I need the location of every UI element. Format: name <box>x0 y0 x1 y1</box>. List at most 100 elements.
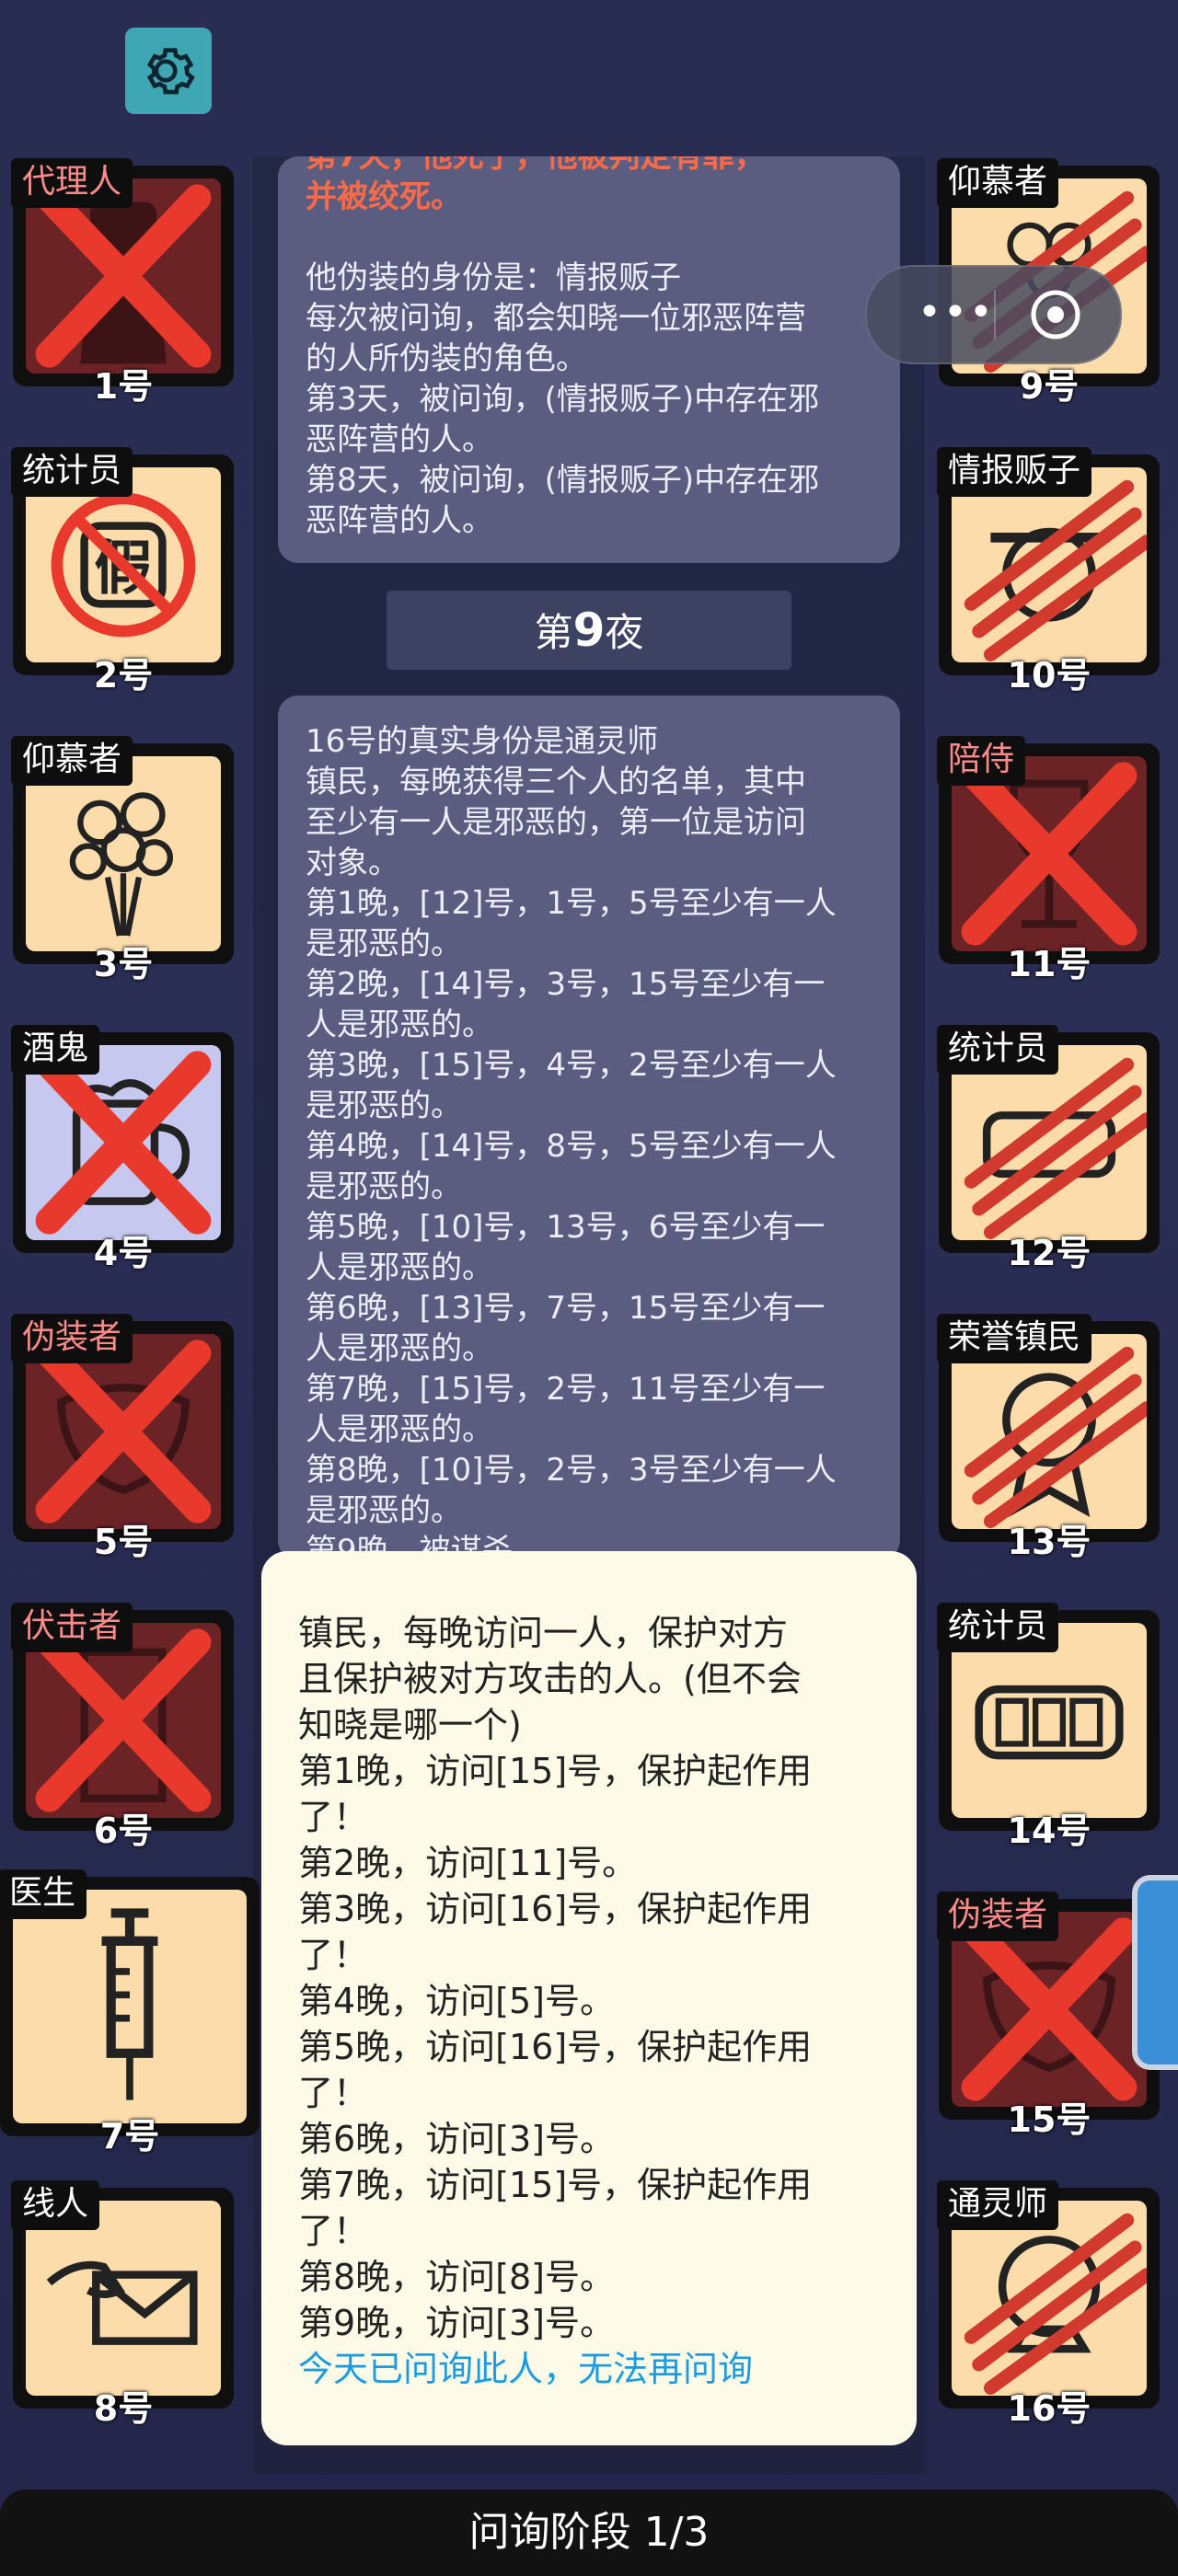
player-number: 12号 <box>1007 1233 1091 1273</box>
popup-line: 了！ <box>298 2073 369 2113</box>
role-label: 伪装者 <box>11 1314 133 1363</box>
popup-line: 第8晚，访问[8]号。 <box>298 2257 616 2297</box>
panel2-line: 16号的真实身份是通灵师 <box>306 723 659 760</box>
player-card-14[interactable]: 统计员 14号 <box>937 1603 1160 1851</box>
player-card-2[interactable]: 假 统计员 2号 <box>11 447 234 696</box>
player-card-3[interactable]: 仰慕者 3号 <box>11 736 234 984</box>
role-label: 情报贩子 <box>937 447 1092 497</box>
player-card-5[interactable]: 伪装者 5号 <box>11 1314 234 1562</box>
popup-line: 第6晚，访问[3]号。 <box>298 2119 616 2159</box>
player-number: 3号 <box>93 944 154 984</box>
panel2-line: 镇民，每晚获得三个人的名单，其中 <box>306 764 806 800</box>
player-number: 13号 <box>1007 1522 1091 1562</box>
player-info-panel: 第7天，他死了，他被判定有罪， 并被绞死。 他伪装的身份是：情报贩子 每次被问询… <box>278 156 900 563</box>
target-icon[interactable] <box>1028 287 1083 342</box>
death-line: 第7天，他死了，他被判定有罪， <box>306 156 766 175</box>
player-card-16[interactable]: 通灵师 16号 <box>937 2180 1160 2429</box>
phase-bar: 问询阶段 1/3 <box>0 2490 1178 2576</box>
role-label: 伏击者 <box>11 1603 133 1652</box>
syringe-icon <box>101 1908 158 2100</box>
popup-line: 且保护被对方攻击的人。(但不会 <box>298 1659 802 1699</box>
role-label: 伪装者 <box>937 1892 1059 1941</box>
panel2-line: 人是邪恶的。 <box>306 1411 493 1448</box>
night-suffix: 夜 <box>605 610 644 655</box>
player-number: 1号 <box>93 366 154 407</box>
popup-line: 第1晚，访问[15]号，保护起作用 <box>298 1751 813 1791</box>
popup-line: 第3晚，访问[16]号，保护起作用 <box>298 1889 813 1929</box>
panel1-line: 他伪装的身份是：情报贩子 <box>306 259 681 296</box>
phase-label: 问询阶段 1/3 <box>468 2509 710 2556</box>
side-drawer-tab[interactable] <box>1132 1875 1178 2070</box>
panel2-line: 第2晚，[14]号，3号，15号至少有一 <box>306 966 826 1003</box>
panel2-line: 是邪恶的。 <box>306 1168 462 1205</box>
role-detail-popup: 镇民，每晚访问一人，保护对方 且保护被对方攻击的人。(但不会 知晓是哪一个) 第… <box>261 1551 917 2445</box>
player-number: 4号 <box>93 1233 154 1273</box>
role-label: 荣誉镇民 <box>937 1314 1092 1363</box>
panel2-line: 至少有一人是邪恶的，第一位是访问 <box>306 804 806 841</box>
player-card-10[interactable]: 情报贩子 10号 <box>937 447 1160 696</box>
player-card-4[interactable]: 酒鬼 4号 <box>11 1025 234 1273</box>
player-number: 6号 <box>93 1811 154 1851</box>
role-label: 陪侍 <box>937 736 1026 786</box>
player-number: 10号 <box>1007 655 1091 696</box>
role-label: 统计员 <box>11 447 133 497</box>
role-label: 统计员 <box>937 1025 1059 1075</box>
panel2-line: 第4晚，[14]号，8号，5号至少有一人 <box>306 1128 837 1165</box>
player-number: 15号 <box>1007 2099 1091 2140</box>
reveal-panel: 16号的真实身份是通灵师 镇民，每晚获得三个人的名单，其中 至少有一人是邪恶的，… <box>278 696 900 1560</box>
popup-line: 了！ <box>298 2211 369 2251</box>
panel2-line: 第5晚，[10]号，13号，6号至少有一 <box>306 1209 826 1246</box>
player-number: 7号 <box>99 2116 160 2156</box>
panel2-line: 人是邪恶的。 <box>306 1330 493 1367</box>
panel2-line: 第1晚，[12]号，1号，5号至少有一人 <box>306 885 837 922</box>
panel1-line: 每次被问询，都会知晓一位邪恶阵营 <box>306 300 806 337</box>
player-card-7[interactable]: 医生 7号 <box>0 1869 260 2156</box>
player-card-13[interactable]: 荣誉镇民 13号 <box>937 1314 1160 1562</box>
panel2-line: 人是邪恶的。 <box>306 1249 493 1286</box>
player-number: 9号 <box>1019 366 1080 407</box>
player-card-11[interactable]: 陪侍 11号 <box>937 736 1160 984</box>
role-label: 代理人 <box>11 158 133 208</box>
capsule-divider <box>994 290 996 339</box>
query-notice: 今天已问询此人，无法再问询 <box>298 2349 754 2389</box>
player-card-12[interactable]: 统计员 12号 <box>937 1025 1160 1273</box>
popup-line: 第2晚，访问[11]号。 <box>298 1843 638 1883</box>
popup-line: 了！ <box>298 1797 369 1837</box>
player-number: 14号 <box>1007 1811 1091 1851</box>
popup-line: 第9晚，访问[3]号。 <box>298 2303 616 2343</box>
player-card-1[interactable]: 代理人 1号 <box>11 158 234 407</box>
menu-capsule: ••• <box>865 265 1122 364</box>
night-label: 第9夜 <box>387 591 791 670</box>
panel2-line: 第6晚，[13]号，7号，15号至少有一 <box>306 1290 826 1327</box>
panel2-line: 是邪恶的。 <box>306 1492 462 1529</box>
player-number: 2号 <box>93 655 154 696</box>
popup-line: 第7晚，访问[15]号，保护起作用 <box>298 2165 813 2205</box>
popup-line: 第4晚，访问[5]号。 <box>298 1981 616 2021</box>
settings-button[interactable] <box>125 28 212 114</box>
role-label: 统计员 <box>937 1603 1059 1652</box>
role-label: 仰慕者 <box>11 736 133 786</box>
more-dots-icon[interactable]: ••• <box>918 293 995 333</box>
player-card-15[interactable]: 伪装者 15号 <box>937 1892 1160 2140</box>
death-line-2: 并被绞死。 <box>306 178 462 215</box>
player-card-6[interactable]: 伏击者 6号 <box>11 1603 234 1851</box>
player-number: 11号 <box>1007 944 1091 984</box>
role-label: 医生 <box>0 1869 87 1919</box>
role-label: 线人 <box>11 2180 100 2230</box>
player-number: 8号 <box>93 2388 154 2429</box>
popup-line: 镇民，每晚访问一人，保护对方 <box>298 1613 789 1653</box>
panel1-line: 恶阵营的人。 <box>306 502 493 539</box>
popup-line: 了！ <box>298 1935 369 1975</box>
panel2-line: 对象。 <box>306 845 399 881</box>
gear-icon <box>146 48 195 95</box>
panel1-line: 的人所伪装的角色。 <box>306 340 587 377</box>
role-label: 仰慕者 <box>937 158 1059 208</box>
panel1-line: 第3天，被问询，(情报贩子)中存在邪 <box>306 381 820 418</box>
popup-line: 第5晚，访问[16]号，保护起作用 <box>298 2027 813 2067</box>
panel2-line: 人是邪恶的。 <box>306 1006 493 1043</box>
role-label: 酒鬼 <box>11 1025 100 1075</box>
player-card-8[interactable]: 线人 8号 <box>11 2180 234 2429</box>
panel2-line: 第7晚，[15]号，2号，11号至少有一 <box>306 1371 826 1408</box>
panel2-line: 是邪恶的。 <box>306 1087 462 1124</box>
popup-line: 知晓是哪一个) <box>298 1705 522 1745</box>
